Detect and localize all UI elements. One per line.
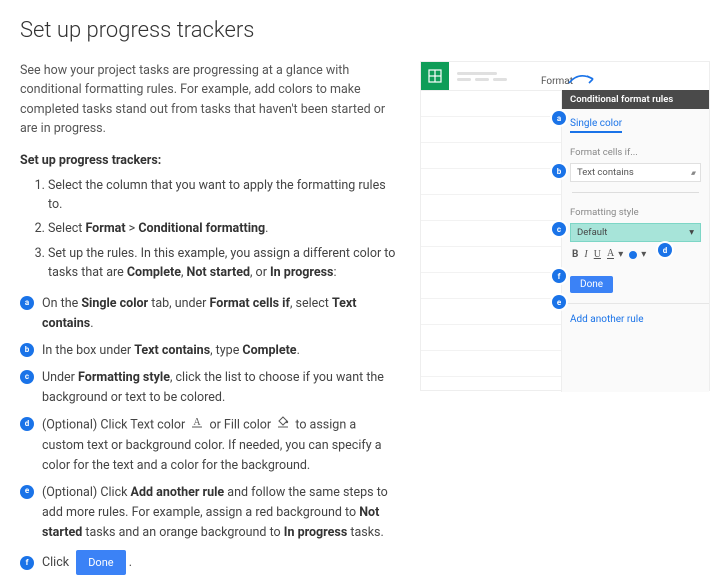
step-3: Set up the rules. In this example, you a… xyxy=(48,244,398,283)
step-e: e (Optional) Click Add another rule and … xyxy=(20,483,398,543)
page-title: Set up progress trackers xyxy=(20,18,700,43)
style-select[interactable]: Default ▾ xyxy=(570,223,701,242)
text-color-tool-icon[interactable]: A xyxy=(607,250,614,259)
conditional-format-panel: Conditional format rules Single color Fo… xyxy=(561,90,709,392)
fill-color-icon xyxy=(277,415,289,435)
fill-color-tool-icon[interactable] xyxy=(629,251,637,259)
step-2: Select Format > Conditional formatting. xyxy=(48,219,398,238)
badge-b: b xyxy=(20,343,34,357)
callout-f: f xyxy=(552,269,566,283)
done-button-inline[interactable]: Done xyxy=(76,550,125,576)
step-c: c Under Formatting style, click the list… xyxy=(20,368,398,408)
panel-done-button[interactable]: Done xyxy=(570,276,613,293)
callout-e: e xyxy=(552,295,566,309)
callout-b: b xyxy=(552,164,566,178)
sheets-logo-icon xyxy=(421,62,449,90)
numbered-steps: Select the column that you want to apply… xyxy=(48,176,398,283)
illustration-column: Format Conditional format rules Single c… xyxy=(420,61,710,582)
format-toolbar: B I U A▾ ▾ xyxy=(570,249,701,260)
style-caret-icon: ▾ xyxy=(689,227,694,238)
value-input[interactable] xyxy=(572,192,699,193)
step-a: a On the Single color tab, under Format … xyxy=(20,294,398,334)
step-1: Select the column that you want to apply… xyxy=(48,176,398,215)
spreadsheet-grid xyxy=(421,90,563,390)
bold-icon[interactable]: B xyxy=(572,249,578,260)
add-another-rule-link[interactable]: Add another rule xyxy=(562,304,709,325)
select-caret-icon: ▴▾ xyxy=(691,169,694,177)
formatting-style-label: Formatting style xyxy=(570,207,701,218)
sheets-mock: Format Conditional format rules Single c… xyxy=(420,61,710,391)
format-cells-if-label: Format cells if... xyxy=(570,147,701,158)
instructions-column: See how your project tasks are progressi… xyxy=(20,61,398,582)
step-d: d (Optional) Click Text color A or Fill … xyxy=(20,415,398,475)
badge-c: c xyxy=(20,370,34,384)
underline-icon[interactable]: U xyxy=(594,249,601,260)
badge-d: d xyxy=(20,417,34,431)
step-b: b In the box under Text contains, type C… xyxy=(20,341,398,361)
badge-a: a xyxy=(20,296,34,310)
callout-d: d xyxy=(658,243,672,257)
callout-c: c xyxy=(552,222,566,236)
badge-f: f xyxy=(20,556,34,570)
subheading: Set up progress trackers: xyxy=(20,153,398,168)
badge-e: e xyxy=(20,485,34,499)
condition-select[interactable]: Text contains ▴▾ xyxy=(570,163,701,182)
panel-title: Conditional format rules xyxy=(562,90,709,109)
tab-single-color[interactable]: Single color xyxy=(570,118,622,133)
italic-icon[interactable]: I xyxy=(584,249,587,260)
callout-a: a xyxy=(552,111,566,125)
svg-text:A: A xyxy=(194,417,202,428)
step-f: f Click Done . xyxy=(20,550,398,576)
text-color-icon: A xyxy=(191,415,203,435)
lettered-steps: a On the Single color tab, under Format … xyxy=(20,294,398,575)
intro-paragraph: See how your project tasks are progressi… xyxy=(20,61,398,139)
